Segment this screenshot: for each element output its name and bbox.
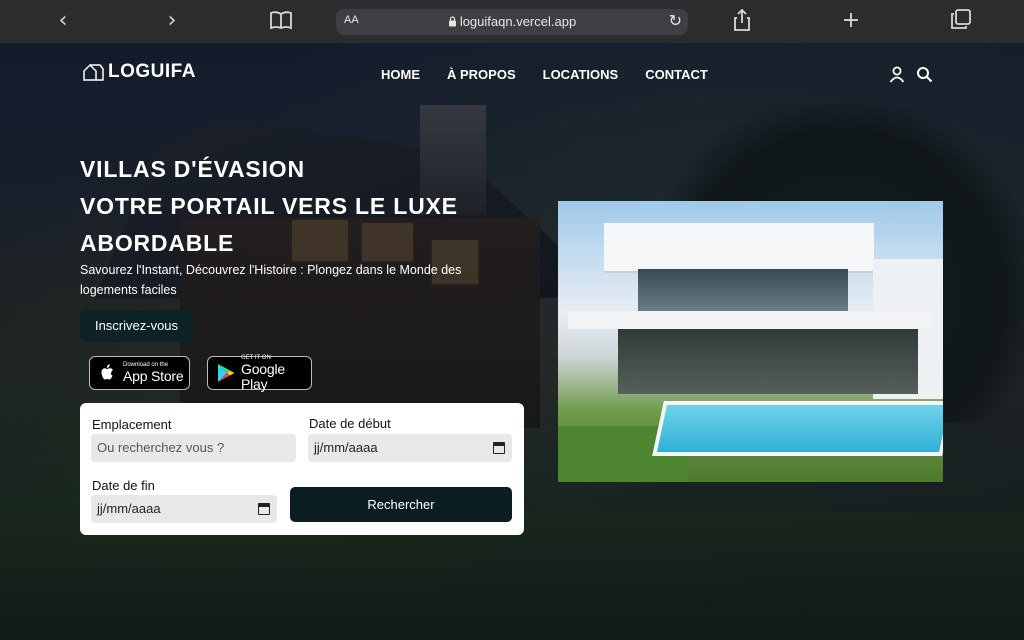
start-date-label: Date de début — [309, 416, 391, 431]
villa-ground-floor — [618, 329, 918, 394]
user-icon[interactable] — [889, 66, 905, 83]
share-icon[interactable] — [729, 8, 755, 34]
villa-glass-wall — [638, 269, 848, 313]
page-viewport: LOGUIFA HOME À PROPOS LOCATIONS CONTACT … — [0, 43, 1024, 640]
start-date-value: jj/mm/aaaa — [314, 440, 378, 455]
new-tab-plus-icon[interactable]: + — [838, 8, 864, 34]
search-button[interactable]: Rechercher — [290, 487, 512, 522]
nav-link-contact[interactable]: CONTACT — [645, 67, 708, 82]
house-logo-icon — [82, 63, 104, 81]
start-date-input[interactable]: jj/mm/aaaa — [308, 434, 512, 462]
location-label: Emplacement — [92, 417, 172, 432]
end-date-label: Date de fin — [92, 478, 155, 493]
back-chevron-left-icon[interactable]: ‹ — [50, 8, 76, 34]
nav-link-home[interactable]: HOME — [381, 67, 420, 82]
reload-icon[interactable]: ↻ — [669, 11, 682, 30]
app-store-big-text: App Store — [123, 368, 184, 384]
google-play-big-text: Google Play — [241, 360, 285, 392]
hero-subtitle: Savourez l'Instant, Découvrez l'Histoire… — [80, 263, 462, 297]
main-nav: HOME À PROPOS LOCATIONS CONTACT — [381, 67, 708, 82]
end-date-value: jj/mm/aaaa — [97, 501, 161, 516]
forward-chevron-right-icon[interactable]: › — [159, 8, 185, 34]
brand-name: LOGUIFA — [108, 61, 196, 82]
site-header: LOGUIFA HOME À PROPOS LOCATIONS CONTACT — [0, 43, 1024, 109]
hero-title-line: ABORDABLE — [80, 230, 235, 256]
location-input[interactable]: Ou recherchez vous ? — [91, 434, 296, 462]
url-text: loguifaqn.vercel.app — [336, 14, 688, 29]
hero-title-line: VILLAS D'ÉVASION — [80, 156, 305, 182]
google-play-icon — [214, 362, 236, 384]
lock-icon — [448, 16, 456, 27]
tabs-icon[interactable] — [948, 8, 974, 34]
google-play-badge[interactable]: GET IT ON Google Play — [207, 355, 312, 392]
villa-upper-slab — [604, 223, 874, 271]
search-icon[interactable] — [916, 66, 933, 83]
calendar-icon[interactable] — [258, 503, 270, 515]
brand-logo[interactable]: LOGUIFA — [82, 61, 196, 83]
end-date-input[interactable]: jj/mm/aaaa — [91, 495, 277, 523]
hero-title-line: VOTRE PORTAIL VERS LE LUXE — [80, 193, 458, 219]
apple-icon — [96, 362, 118, 384]
villa-terrace — [568, 311, 933, 329]
villa-pool — [652, 401, 943, 456]
hero-title: VILLAS D'ÉVASION VOTRE PORTAIL VERS LE L… — [80, 151, 520, 262]
reader-book-icon[interactable] — [268, 9, 294, 35]
address-bar[interactable]: AA loguifaqn.vercel.app ↻ — [336, 9, 688, 35]
calendar-icon[interactable] — [493, 442, 505, 454]
villa-photo — [558, 201, 943, 482]
app-store-badge[interactable]: Download on the App Store — [89, 356, 190, 390]
signup-button[interactable]: Inscrivez-vous — [80, 310, 193, 342]
nav-link-a-propos[interactable]: À PROPOS — [447, 67, 516, 82]
nav-link-locations[interactable]: LOCATIONS — [543, 67, 619, 82]
search-form: Emplacement Ou recherchez vous ? Date de… — [80, 403, 524, 535]
browser-toolbar: ‹ › AA loguifaqn.vercel.app ↻ + — [0, 0, 1024, 43]
